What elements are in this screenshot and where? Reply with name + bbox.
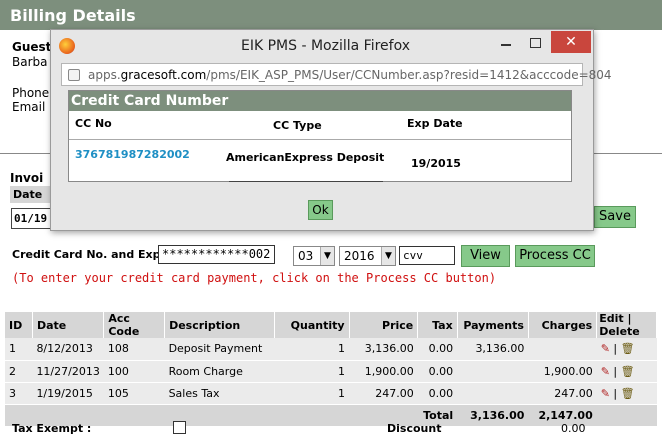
col-header: Edit | Delete bbox=[596, 312, 657, 338]
process-cc-note: (To enter your credit card payment, clic… bbox=[12, 271, 497, 285]
chevron-down-icon: ▼ bbox=[320, 247, 334, 265]
firefox-icon bbox=[59, 38, 75, 54]
cc-number-link[interactable]: 376781987282002 bbox=[75, 148, 190, 161]
cell-description: Room Charge bbox=[164, 360, 275, 383]
guest-name: Barba bbox=[12, 55, 48, 69]
billing-table: ID Date Acc Code Description Quantity Pr… bbox=[5, 312, 657, 427]
cc-number-panel: Credit Card Number CC No CC Type Exp Dat… bbox=[68, 90, 572, 182]
save-button[interactable]: Save bbox=[594, 206, 636, 228]
delete-trash-icon[interactable]: 🗑 bbox=[621, 365, 635, 378]
cell-charges: 1,900.00 bbox=[528, 360, 597, 383]
col-header: Acc Code bbox=[103, 312, 166, 338]
cell-tax: 0.00 bbox=[417, 360, 458, 383]
col-header: Price bbox=[349, 312, 419, 338]
cell-id: 3 bbox=[5, 382, 33, 405]
cell-id: 2 bbox=[5, 360, 33, 383]
close-icon: ✕ bbox=[565, 34, 577, 50]
discount-label: Discount bbox=[387, 422, 442, 435]
cc-panel-heading: Credit Card Number bbox=[69, 91, 571, 111]
cell-date: 8/12/2013 bbox=[32, 338, 104, 361]
invoice-date-input[interactable]: 01/19 bbox=[11, 208, 55, 229]
cell-payments bbox=[457, 382, 529, 405]
cvv-input[interactable]: cvv bbox=[399, 246, 455, 265]
exp-month-value: 03 bbox=[298, 249, 314, 263]
minimize-icon[interactable] bbox=[501, 44, 511, 46]
edit-pencil-icon[interactable]: ✎ bbox=[601, 342, 610, 355]
col-header: Quantity bbox=[274, 312, 350, 338]
panel-divider bbox=[69, 139, 571, 140]
maximize-icon[interactable] bbox=[530, 38, 541, 48]
cell-description: Deposit Payment bbox=[164, 338, 275, 361]
exp-month-select[interactable]: 03 ▼ bbox=[293, 246, 335, 266]
cell-actions: ✎ | 🗑 bbox=[596, 382, 657, 405]
cc-label: Credit Card No. and Exp Dt bbox=[12, 248, 179, 261]
edit-pencil-icon[interactable]: ✎ bbox=[601, 365, 610, 378]
cell-actions: ✎ | 🗑 bbox=[596, 338, 657, 361]
discount-value: 0.00 bbox=[561, 422, 586, 435]
col-header: ID bbox=[5, 312, 33, 338]
cell-date: 11/27/2013 bbox=[32, 360, 104, 383]
page-title: Billing Details bbox=[10, 6, 136, 25]
cc-popup-window: EIK PMS - Mozilla Firefox ✕ apps.graceso… bbox=[50, 29, 612, 231]
col-header: Tax bbox=[417, 312, 458, 338]
exp-date-value: 19/2015 bbox=[411, 157, 461, 170]
phone-label: Phone bbox=[12, 86, 50, 100]
cell-price: 247.00 bbox=[349, 382, 418, 405]
ok-button[interactable]: Ok bbox=[308, 200, 333, 220]
cell-quantity: 1 bbox=[274, 382, 350, 405]
cell-price: 3,136.00 bbox=[349, 338, 418, 361]
table-row: 3 1/19/2015 105 Sales Tax 1 247.00 0.00 … bbox=[5, 382, 657, 405]
cell-price: 1,900.00 bbox=[349, 360, 418, 383]
delete-trash-icon[interactable]: 🗑 bbox=[621, 387, 635, 400]
cell-payments: 3,136.00 bbox=[457, 338, 529, 361]
cell-quantity: 1 bbox=[274, 360, 350, 383]
cell-tax: 0.00 bbox=[417, 382, 458, 405]
col-cc-type: CC Type bbox=[273, 119, 322, 132]
col-header: Description bbox=[164, 312, 275, 338]
cell-description: Sales Tax bbox=[164, 382, 275, 405]
process-cc-button[interactable]: Process CC bbox=[515, 245, 595, 267]
date-column-label: Date bbox=[10, 186, 52, 203]
total-row: Total 3,136.00 2,147.00 bbox=[5, 404, 657, 427]
delete-trash-icon[interactable]: 🗑 bbox=[621, 342, 635, 355]
page-icon bbox=[68, 69, 80, 81]
url-bar[interactable]: apps.gracesoft.com/pms/EIK_ASP_PMS/User/… bbox=[61, 63, 612, 86]
col-header: Payments bbox=[457, 312, 529, 338]
table-row: 2 11/27/2013 100 Room Charge 1 1,900.00 … bbox=[5, 360, 657, 383]
close-button[interactable]: ✕ bbox=[551, 31, 591, 53]
invoice-label: Invoi bbox=[10, 171, 44, 185]
col-header: Charges bbox=[528, 312, 598, 338]
table-header-row: ID Date Acc Code Description Quantity Pr… bbox=[5, 312, 657, 338]
underline bbox=[229, 181, 383, 182]
total-payments: 3,136.00 bbox=[457, 404, 529, 427]
col-cc-no: CC No bbox=[75, 117, 112, 130]
cell-actions: ✎ | 🗑 bbox=[596, 360, 657, 383]
popup-title: EIK PMS - Mozilla Firefox bbox=[241, 38, 410, 54]
cc-type-value: AmericanExpress Deposit bbox=[226, 151, 385, 164]
view-button[interactable]: View bbox=[461, 245, 510, 267]
tax-exempt-checkbox[interactable] bbox=[173, 421, 186, 434]
exp-year-value: 2016 bbox=[344, 249, 375, 263]
exp-year-select[interactable]: 2016 ▼ bbox=[339, 246, 396, 266]
cc-number-input[interactable]: ************002 bbox=[158, 245, 275, 264]
cell-charges bbox=[528, 338, 597, 361]
cell-acc-code: 105 bbox=[103, 382, 165, 405]
cell-tax: 0.00 bbox=[417, 338, 458, 361]
url-text: apps.gracesoft.com/pms/EIK_ASP_PMS/User/… bbox=[88, 68, 612, 82]
cell-quantity: 1 bbox=[274, 338, 350, 361]
cell-acc-code: 108 bbox=[103, 338, 165, 361]
cell-date: 1/19/2015 bbox=[32, 382, 104, 405]
table-row: 1 8/12/2013 108 Deposit Payment 1 3,136.… bbox=[5, 338, 657, 361]
email-label: Email bbox=[12, 100, 46, 114]
cell-acc-code: 100 bbox=[103, 360, 165, 383]
cell-charges: 247.00 bbox=[528, 382, 597, 405]
edit-pencil-icon[interactable]: ✎ bbox=[601, 387, 610, 400]
chevron-down-icon: ▼ bbox=[381, 247, 395, 265]
cell-payments bbox=[457, 360, 529, 383]
col-header: Date bbox=[32, 312, 105, 338]
tax-exempt-label: Tax Exempt : bbox=[12, 422, 92, 435]
cell-id: 1 bbox=[5, 338, 33, 361]
col-exp-date: Exp Date bbox=[407, 117, 463, 130]
guest-label: Guest bbox=[12, 40, 52, 54]
